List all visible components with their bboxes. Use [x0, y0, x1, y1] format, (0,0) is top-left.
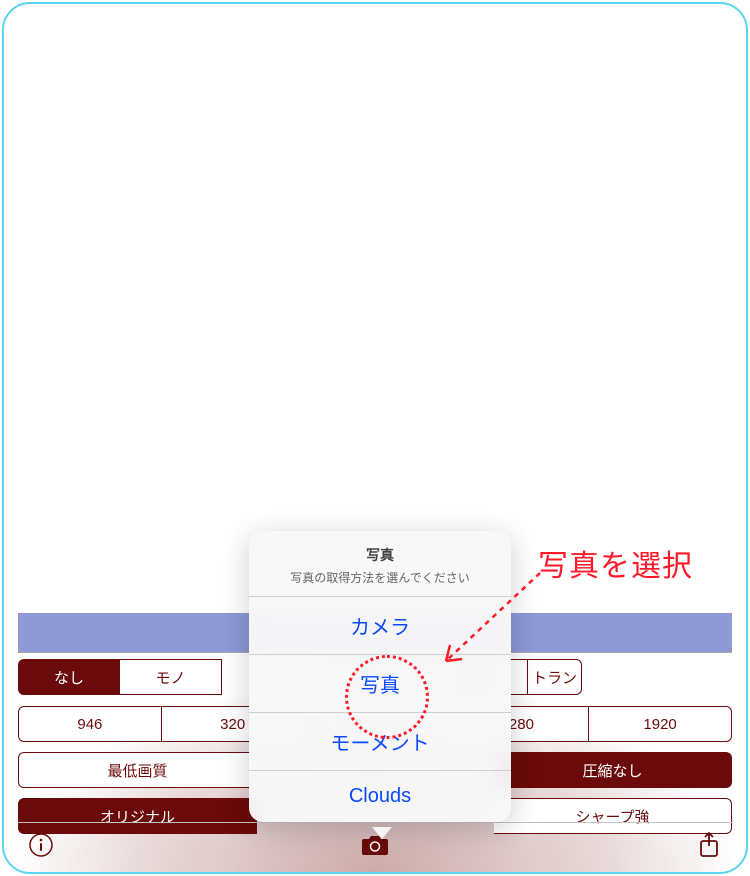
photo-source-action-sheet: 写真 写真の取得方法を選んでください カメラ 写真 モーメント Clouds	[249, 531, 511, 822]
info-icon[interactable]	[26, 830, 56, 860]
size-option-0[interactable]: 946	[18, 706, 162, 742]
filter-option-mono[interactable]: モノ	[120, 659, 222, 695]
action-sheet-header: 写真 写真の取得方法を選んでください	[249, 531, 511, 596]
size-option-3[interactable]: 1920	[589, 706, 732, 742]
filter-option-transfer[interactable]: トラン	[528, 659, 582, 695]
action-option-photos[interactable]: 写真	[249, 654, 511, 712]
action-option-moments[interactable]: モーメント	[249, 712, 511, 770]
action-option-camera[interactable]: カメラ	[249, 596, 511, 654]
filter-option-none[interactable]: なし	[18, 659, 120, 695]
action-option-clouds[interactable]: Clouds	[249, 770, 511, 822]
quality-option-none[interactable]: 圧縮なし	[494, 752, 732, 788]
action-sheet-message: 写真の取得方法を選んでください	[261, 569, 499, 586]
popover-arrow	[372, 827, 392, 839]
action-sheet-title: 写真	[261, 545, 499, 565]
app-frame: なし モノ クローム プロセス トラン 946 320 1280 1920 最低…	[2, 2, 748, 874]
quality-option-low[interactable]: 最低画質	[18, 752, 257, 788]
share-icon[interactable]	[694, 830, 724, 860]
annotation-label: 写真を選択	[538, 541, 693, 585]
